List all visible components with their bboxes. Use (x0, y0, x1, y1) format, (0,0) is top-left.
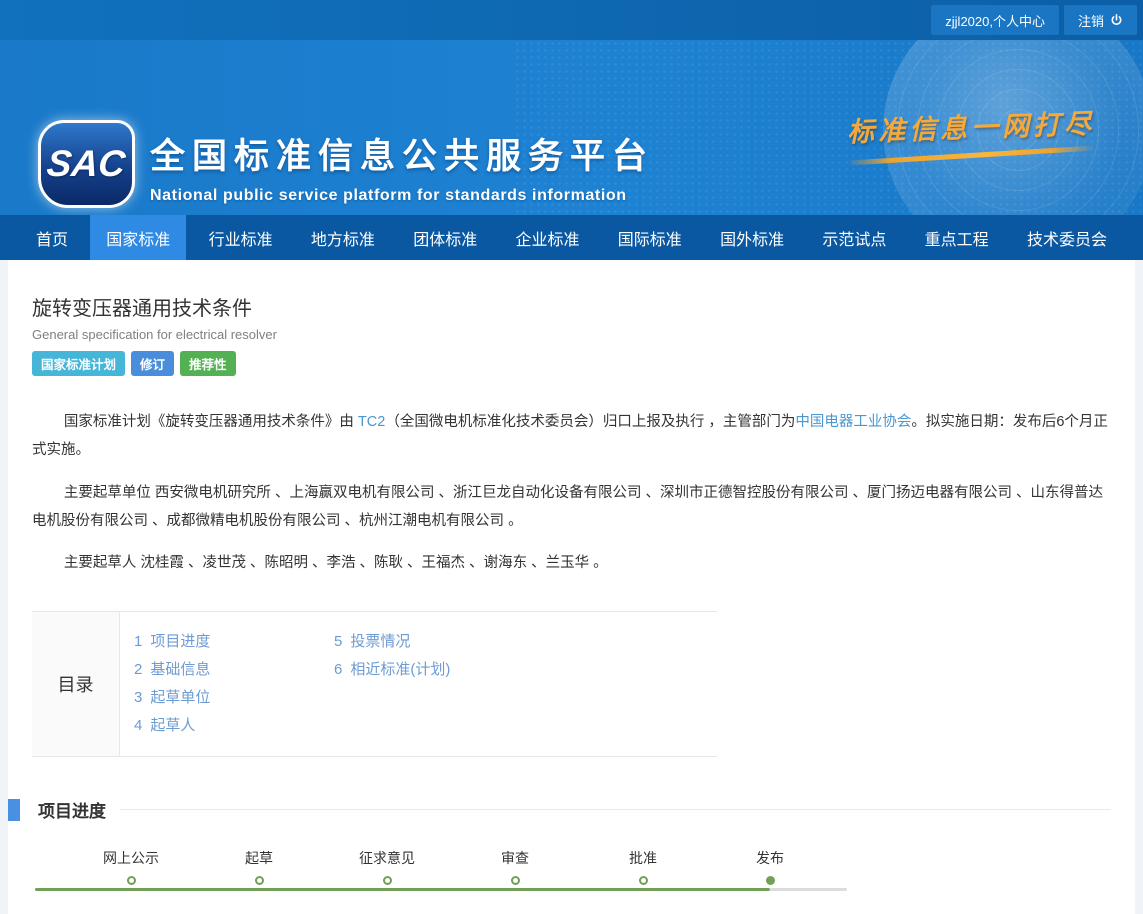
section-header-project-progress: 项目进度 (8, 797, 1111, 822)
nav-item-key-projects[interactable]: 重点工程 (909, 215, 1005, 260)
timeline-step-drafting: 起草 (245, 848, 273, 885)
banner-slogan: 标准信息一网打尽 (847, 106, 1095, 158)
timeline-step-label: 征求意见 (359, 848, 415, 868)
timeline-step-published: 发布 (756, 848, 784, 885)
tag-national-standard-plan: 国家标准计划 (32, 351, 125, 376)
timeline-step-label: 网上公示 (103, 848, 159, 868)
toc-link-basic-info[interactable]: 2 基础信息 (134, 656, 334, 684)
timeline-step-dot (639, 876, 648, 885)
site-subtitle: National public service platform for sta… (150, 187, 654, 205)
timeline-step-dot (511, 876, 520, 885)
top-bar: zjjl2020,个人中心 注销 (0, 0, 1143, 40)
standard-title: 旋转变压器通用技术条件 (32, 292, 1111, 321)
table-of-contents: 目录 1 项目进度 2 基础信息 3 起草单位 4 起草人 5 投票情况 6 相近标准(计划… (32, 611, 717, 757)
timeline-step-label: 审查 (501, 848, 529, 868)
timeline-step-label: 批准 (629, 848, 657, 868)
power-icon (1110, 14, 1123, 27)
toc-link-voting-status[interactable]: 5 投票情况 (334, 628, 534, 656)
timeline-step-online-publicity: 网上公示 (103, 848, 159, 885)
nav-item-foreign-standards[interactable]: 国外标准 (704, 215, 800, 260)
nav-item-international-standards[interactable]: 国际标准 (602, 215, 698, 260)
main-navigation: 首页 国家标准 行业标准 地方标准 团体标准 企业标准 国际标准 国外标准 示范… (0, 215, 1143, 260)
tag-recommended: 推荐性 (180, 351, 236, 376)
timeline-remaining-line (770, 888, 847, 891)
toc-text: 投票情况 (350, 633, 410, 650)
section-title-project-progress: 项目进度 (38, 797, 106, 822)
toc-link-drafting-units[interactable]: 3 起草单位 (134, 684, 334, 712)
sac-logo-text: SAC (45, 143, 128, 185)
toc-link-similar-standards[interactable]: 6 相近标准(计划) (334, 656, 534, 684)
paragraph-drafters: 主要起草人 沈桂霞 、凌世茂 、陈昭明 、李浩 、陈耿 、王福杰 、谢海东 、兰… (32, 549, 1111, 577)
project-progress-timeline: 网上公示 起草 征求意见 审查 批准 (35, 848, 847, 900)
content-card: 旋转变压器通用技术条件 General specification for el… (8, 260, 1135, 914)
toc-text: 基础信息 (150, 661, 210, 678)
toc-columns: 1 项目进度 2 基础信息 3 起草单位 4 起草人 5 投票情况 6 相近标准(计划) (120, 612, 717, 756)
nav-item-group-standards[interactable]: 团体标准 (397, 215, 493, 260)
slogan-text: 标准信息一网打尽 (846, 102, 1095, 150)
nav-item-enterprise-standards[interactable]: 企业标准 (499, 215, 595, 260)
toc-text: 起草单位 (150, 689, 210, 706)
timeline-step-label: 起草 (245, 848, 273, 868)
nav-item-industry-standards[interactable]: 行业标准 (193, 215, 289, 260)
toc-text: 相近标准(计划) (350, 661, 450, 678)
timeline-step-dot (255, 876, 264, 885)
timeline-step-dot (127, 876, 136, 885)
sac-logo[interactable]: SAC (38, 120, 135, 208)
article-body: 国家标准计划《旋转变压器通用技术条件》由 TC2（全国微电机标准化技术委员会）归… (32, 408, 1111, 577)
nav-item-national-standards[interactable]: 国家标准 (90, 215, 186, 260)
toc-num: 5 (334, 633, 342, 650)
timeline-step-review: 审查 (501, 848, 529, 885)
paragraph-drafting-units: 主要起草单位 西安微电机研究所 、上海赢双电机有限公司 、浙江巨龙自动化设备有限… (32, 479, 1111, 536)
toc-num: 6 (334, 661, 342, 678)
site-title: 全国标准信息公共服务平台 (150, 128, 654, 179)
para1-text-mid: （全国微电机标准化技术委员会）归口上报及执行 ，主管部门为 (385, 414, 795, 430)
toc-column-2: 5 投票情况 6 相近标准(计划) (334, 628, 534, 740)
section-divider-line (120, 809, 1111, 810)
link-department[interactable]: 中国电器工业协会 (795, 414, 911, 430)
toc-num: 1 (134, 633, 142, 650)
timeline-step-dot (383, 876, 392, 885)
toc-num: 4 (134, 717, 142, 734)
site-title-block: 全国标准信息公共服务平台 National public service pla… (150, 128, 654, 205)
toc-label: 目录 (58, 671, 94, 697)
nav-item-technical-committees[interactable]: 技术委员会 (1011, 215, 1123, 260)
para1-text: 国家标准计划《旋转变压器通用技术条件》由 (64, 414, 358, 430)
nav-item-local-standards[interactable]: 地方标准 (295, 215, 391, 260)
section-accent-bar (8, 799, 20, 821)
tag-row: 国家标准计划 修订 推荐性 (32, 351, 1111, 376)
site-banner: SAC 全国标准信息公共服务平台 National public service… (0, 40, 1143, 215)
toc-num: 3 (134, 689, 142, 706)
timeline-step-label: 发布 (756, 848, 784, 868)
tag-revision: 修订 (131, 351, 174, 376)
logout-button[interactable]: 注销 (1064, 5, 1137, 35)
toc-label-cell: 目录 (32, 612, 120, 756)
timeline-step-soliciting-opinions: 征求意见 (359, 848, 415, 885)
nav-item-home[interactable]: 首页 (20, 215, 84, 260)
link-tc2[interactable]: TC2 (358, 414, 385, 430)
toc-link-project-progress[interactable]: 1 项目进度 (134, 628, 334, 656)
page: zjjl2020,个人中心 注销 SAC 全国标准信息公共服务平台 Nation… (0, 0, 1143, 914)
toc-num: 2 (134, 661, 142, 678)
toc-column-1: 1 项目进度 2 基础信息 3 起草单位 4 起草人 (134, 628, 334, 740)
toc-link-drafters[interactable]: 4 起草人 (134, 712, 334, 740)
logout-label: 注销 (1078, 11, 1104, 30)
standard-title-english: General specification for electrical res… (32, 327, 1111, 342)
timeline-step-approval: 批准 (629, 848, 657, 885)
timeline-completed-line (35, 888, 770, 891)
paragraph-overview: 国家标准计划《旋转变压器通用技术条件》由 TC2（全国微电机标准化技术委员会）归… (32, 408, 1111, 465)
nav-item-pilot-demonstration[interactable]: 示范试点 (806, 215, 902, 260)
toc-text: 项目进度 (150, 633, 210, 650)
user-account-button[interactable]: zjjl2020,个人中心 (931, 5, 1059, 35)
main-area: 旋转变压器通用技术条件 General specification for el… (0, 260, 1143, 914)
toc-text: 起草人 (150, 717, 195, 734)
timeline-step-dot (766, 876, 775, 885)
